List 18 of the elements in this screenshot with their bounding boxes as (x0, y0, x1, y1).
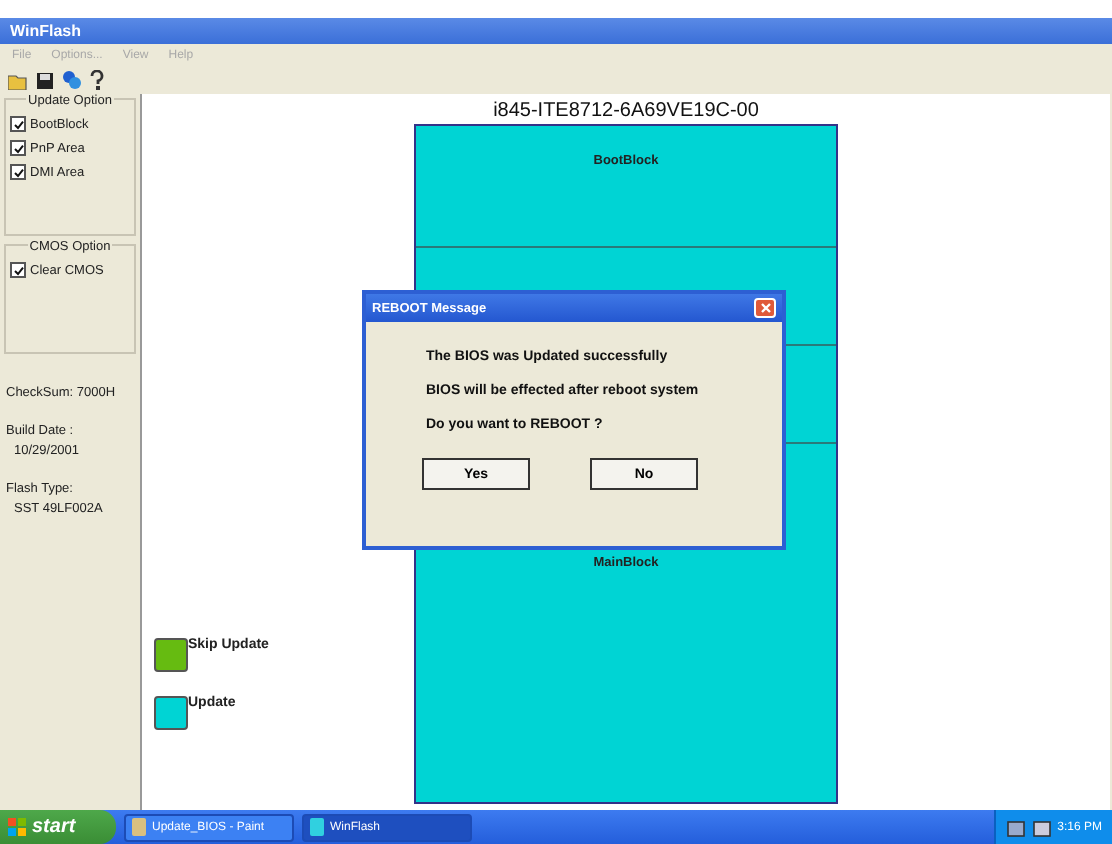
checkbox[interactable] (10, 164, 26, 180)
tray-icon[interactable] (1031, 817, 1052, 837)
checkbox[interactable] (10, 116, 26, 132)
help-icon[interactable] (90, 70, 104, 90)
checkbox[interactable] (10, 262, 26, 278)
window-title: WinFlash (10, 22, 81, 40)
close-button[interactable] (754, 298, 776, 318)
windows-logo-icon (8, 818, 26, 836)
rom-title: i845-ITE8712-6A69VE19C-00 (493, 100, 759, 122)
app-icon (310, 818, 324, 836)
app-icon (132, 818, 146, 836)
tray-icon[interactable] (1005, 817, 1026, 837)
open-folder-icon[interactable] (8, 71, 28, 89)
start-button[interactable]: start (0, 810, 116, 844)
save-icon[interactable] (36, 71, 54, 89)
close-icon (759, 302, 771, 314)
checkbox[interactable] (10, 140, 26, 156)
network-icon[interactable] (62, 70, 82, 90)
